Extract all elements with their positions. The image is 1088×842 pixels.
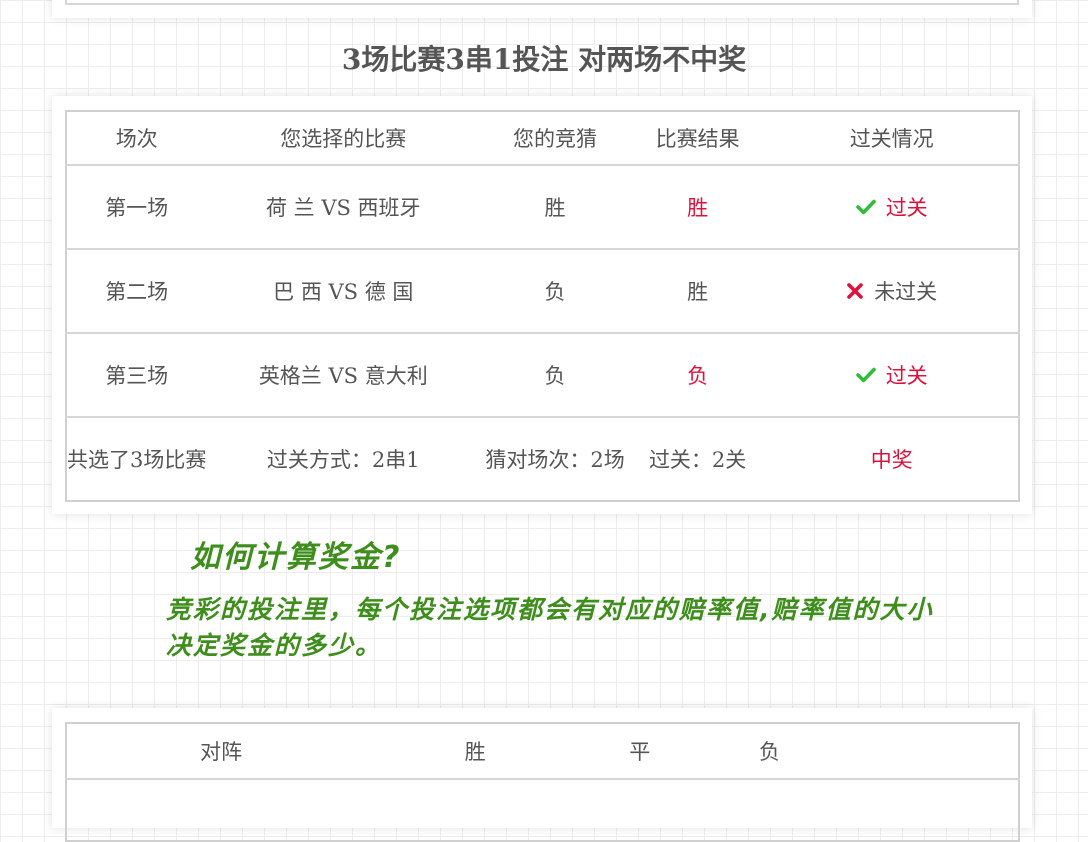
- odds-header-win: 胜: [375, 723, 575, 780]
- table-row: 第一场 荷 兰 VS 西班牙 胜 胜 过关: [66, 165, 1019, 250]
- header-match: 您选择的比赛: [206, 111, 481, 166]
- odds-table: 对阵 胜 平 负: [65, 722, 1020, 842]
- guess-cell: 胜: [480, 165, 630, 250]
- result-cell: 胜: [629, 249, 766, 334]
- bet-table: 场次 您选择的比赛 您的竞猜 比赛结果 过关情况 第一场 荷 兰 VS 西班牙 …: [65, 110, 1020, 502]
- match-cell: 英格兰 VS 意大利: [206, 333, 481, 418]
- table-row: 第二场 巴 西 VS 德 国 负 胜 未过关: [66, 249, 1019, 334]
- summary-row: 共选了3场比赛 过关方式：2串1 猜对场次：2场 过关：2关 中奖: [66, 417, 1019, 501]
- check-icon: [855, 199, 876, 215]
- how-to-calculate-title: 如何计算奖金?: [190, 540, 402, 575]
- odds-header-empty: [834, 723, 1019, 780]
- guess-cell: 负: [480, 333, 630, 418]
- status-label: 未过关: [874, 280, 938, 304]
- result-cell: 负: [629, 333, 766, 418]
- status-label: 过关: [885, 364, 928, 388]
- round-cell: 第二场: [66, 249, 207, 334]
- previous-table-card: [52, 0, 1032, 18]
- odds-table-card: 对阵 胜 平 负: [52, 708, 1032, 842]
- bet-table-card: 场次 您选择的比赛 您的竞猜 比赛结果 过关情况 第一场 荷 兰 VS 西班牙 …: [52, 96, 1032, 514]
- odds-row: [66, 779, 1019, 841]
- match-cell: 荷 兰 VS 西班牙: [206, 165, 481, 250]
- header-result: 比赛结果: [629, 111, 766, 166]
- how-to-calculate-text: 竞彩的投注里，每个投注选项都会有对应的赔率值,赔率值的大小决定奖金的多少。: [166, 595, 934, 660]
- status-cell: 过关: [765, 165, 1019, 250]
- previous-table-frame: [65, 0, 1019, 5]
- guess-cell: 负: [480, 249, 630, 334]
- result-cell: 胜: [629, 165, 766, 250]
- status-cell: 未过关: [765, 249, 1019, 334]
- cross-icon: [847, 283, 863, 299]
- odds-header-lose: 负: [704, 723, 835, 780]
- status-cell: 过关: [765, 333, 1019, 418]
- table-row: 第三场 英格兰 VS 意大利 负 负 过关: [66, 333, 1019, 418]
- table-header-row: 场次 您选择的比赛 您的竞猜 比赛结果 过关情况: [66, 111, 1019, 166]
- odds-header-row: 对阵 胜 平 负: [66, 723, 1019, 780]
- section-title: 3场比赛3串1投注 对两场不中奖: [341, 43, 747, 76]
- check-icon: [855, 367, 876, 383]
- odds-header-match: 对阵: [66, 723, 376, 780]
- summary-outcome: 中奖: [870, 448, 913, 472]
- summary-passed: 过关：2关: [648, 448, 747, 472]
- header-guess: 您的竞猜: [480, 111, 630, 166]
- summary-mode: 过关方式：2串1: [266, 448, 420, 472]
- round-cell: 第三场: [66, 333, 207, 418]
- summary-total: 共选了3场比赛: [67, 448, 207, 472]
- odds-row-cell: [66, 779, 1019, 841]
- header-round: 场次: [66, 111, 207, 166]
- header-status: 过关情况: [765, 111, 1019, 166]
- summary-correct: 猜对场次：2场: [485, 448, 625, 472]
- round-cell: 第一场: [66, 165, 207, 250]
- odds-header-draw: 平: [574, 723, 705, 780]
- match-cell: 巴 西 VS 德 国: [206, 249, 481, 334]
- status-label: 过关: [885, 196, 928, 220]
